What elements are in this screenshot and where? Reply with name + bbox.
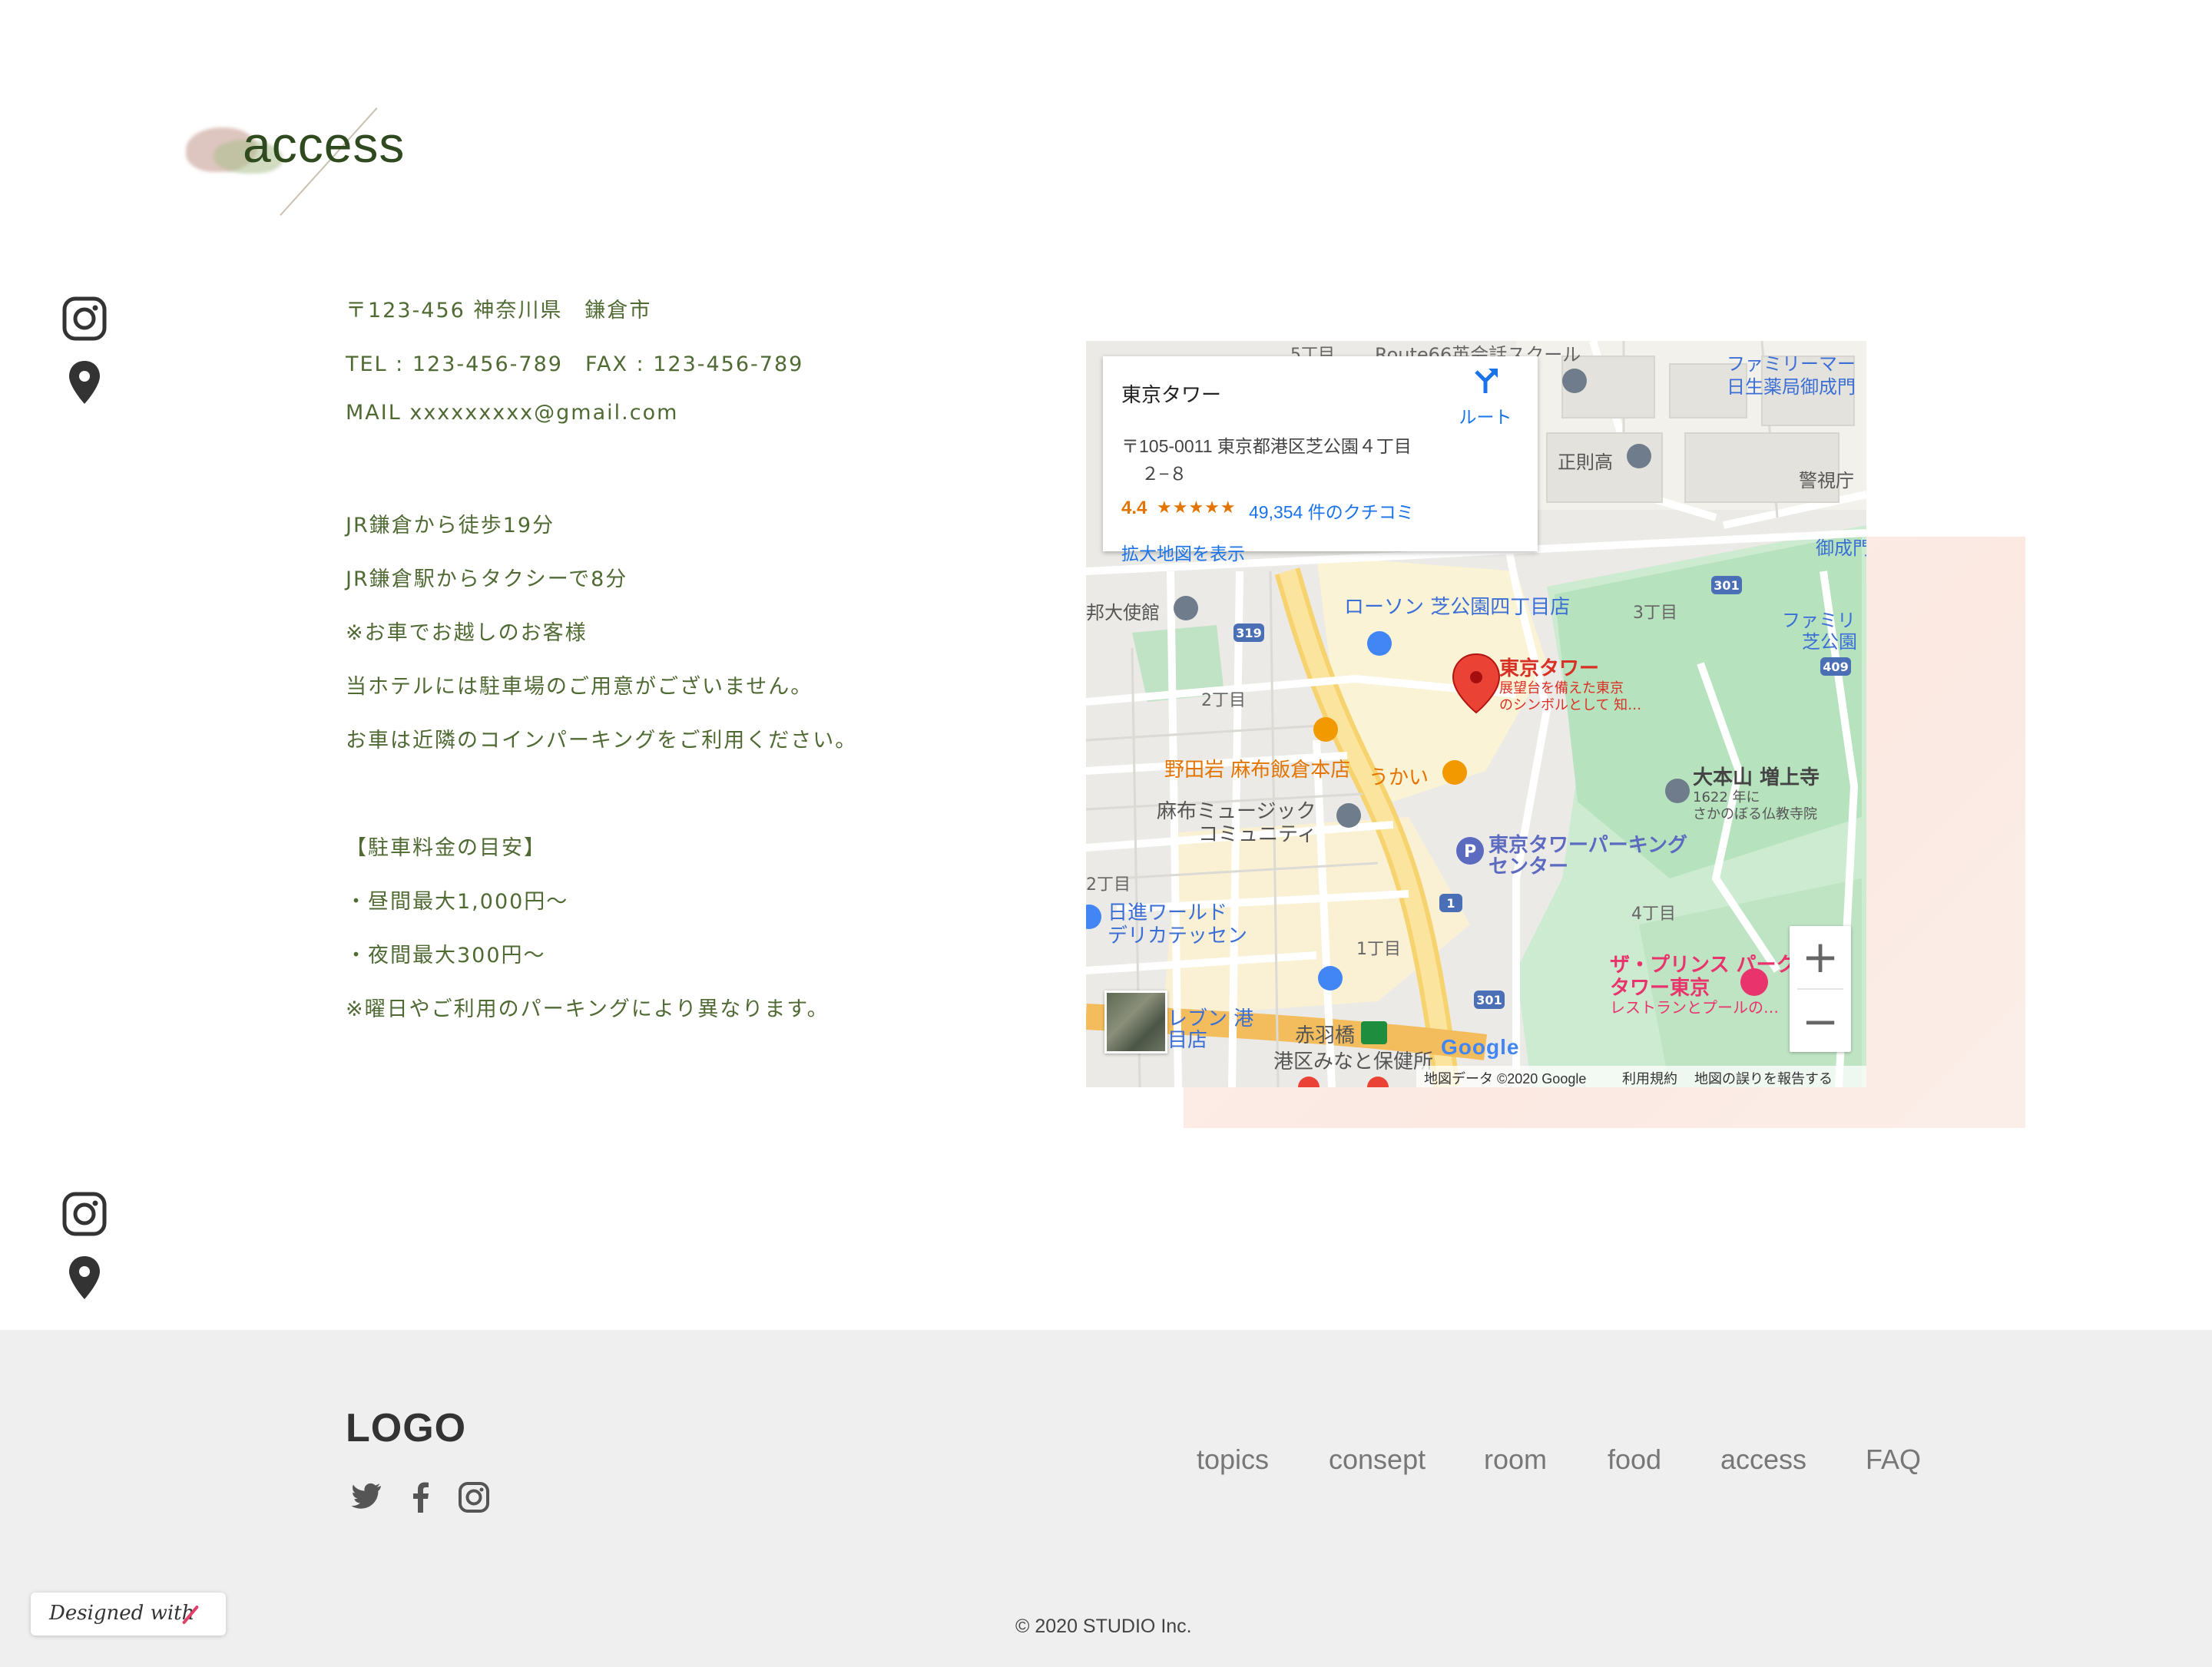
map-label: 警視庁 — [1799, 470, 1854, 491]
road-label: 301 — [1714, 578, 1739, 593]
map-data-credit: 地図データ ©2020 Google — [1424, 1071, 1587, 1087]
map-label: レストランとプールの… — [1610, 998, 1779, 1017]
map-label: 港区みなと保健所 — [1273, 1050, 1434, 1073]
place-address-2: ２−８ — [1141, 464, 1187, 484]
designed-with-label: Designed with — [49, 1602, 195, 1625]
copyright: © 2020 STUDIO Inc. — [1015, 1616, 1192, 1637]
map-label: デリカテッセン — [1108, 924, 1248, 948]
route-link[interactable]: ルート — [1455, 402, 1516, 428]
nav-food[interactable]: food — [1608, 1444, 1661, 1476]
zoom-in-button[interactable]: + — [1790, 926, 1851, 987]
reviews-link[interactable]: 49,354 件のクチコミ — [1249, 498, 1414, 524]
map-label: 3丁目 — [1633, 604, 1677, 623]
map-label: 4丁目 — [1631, 905, 1676, 924]
map-label: うかい — [1369, 766, 1429, 789]
address-line: 〒123-456 神奈川県 鎌倉市 — [346, 299, 652, 322]
svg-text:P: P — [1464, 842, 1476, 862]
instagram-icon[interactable] — [457, 1480, 491, 1514]
map-label: コミュニティ — [1198, 823, 1317, 846]
larger-map-link[interactable]: 拡大地図を表示 — [1121, 539, 1245, 565]
map-label: のシンボルとして 知… — [1499, 697, 1642, 713]
map-label: 2丁目 — [1086, 875, 1131, 895]
twitter-icon[interactable] — [350, 1480, 384, 1514]
map-label: センター — [1488, 855, 1569, 878]
page-title: access — [243, 116, 406, 173]
footer-logo[interactable]: LOGO — [346, 1405, 466, 1451]
route-icon[interactable] — [1470, 364, 1501, 395]
map-label: 目店 — [1167, 1029, 1208, 1052]
zoom-control: + − — [1790, 926, 1851, 1052]
phone-fax-line: TEL : 123-456-789 FAX : 123-456-789 — [346, 352, 804, 376]
satellite-toggle[interactable] — [1104, 991, 1167, 1053]
nav-access[interactable]: access — [1720, 1444, 1806, 1476]
fee-note-line: ※曜日やご利用のパーキングにより異なります。 — [346, 997, 830, 1021]
location-pin-icon[interactable] — [61, 359, 108, 405]
map-label: 邦大使館 — [1086, 602, 1160, 623]
google-map-embed[interactable]: 319 301 409 1 301 P 5丁目 Route66英会話スクール フ… — [1086, 341, 1866, 1087]
place-name: 東京タワー — [1121, 383, 1222, 406]
map-label: 正則高 — [1558, 451, 1613, 473]
coin-parking-line: お車は近隣のコインパーキングをご利用ください。 — [346, 729, 858, 752]
map-label: ローソン 芝公園四丁目店 — [1344, 596, 1571, 619]
place-rating: 4.4 — [1121, 498, 1147, 518]
nav-faq[interactable]: FAQ — [1866, 1444, 1921, 1476]
report-error-link[interactable]: 地図の誤りを報告する — [1694, 1068, 1833, 1087]
place-address: 〒105-0011 東京都港区芝公園４丁目 — [1121, 436, 1412, 456]
nav-consept[interactable]: consept — [1329, 1444, 1426, 1476]
access-walk-line: JR鎌倉から徒歩19分 — [346, 514, 555, 537]
map-label: 日生薬局御成門 — [1727, 376, 1856, 398]
road-label: 1 — [1446, 896, 1455, 911]
rating-stars: ★★★★★ — [1157, 498, 1237, 517]
parking-fee-heading: 【駐車料金の目安】 — [346, 836, 546, 860]
map-label: 野田岩 麻布飯倉本店 — [1164, 759, 1351, 782]
map-label: 1丁目 — [1356, 940, 1401, 959]
map-label: 赤羽橋 — [1295, 1024, 1356, 1047]
nav-topics[interactable]: topics — [1197, 1444, 1269, 1476]
parking-note-line: 当ホテルには駐車場のご用意がございません。 — [346, 675, 813, 699]
car-note-line: ※お車でお越しのお客様 — [346, 621, 588, 645]
map-footer: 地図データ ©2020 Google 利用規約 地図の誤りを報告する — [1416, 1066, 1866, 1087]
google-logo: Google — [1441, 1035, 1520, 1059]
road-label: 319 — [1236, 626, 1261, 640]
access-taxi-line: JR鎌倉駅からタクシーで8分 — [346, 567, 628, 591]
map-label: 御成門 — [1816, 537, 1866, 559]
fee-night-line: ・夜間最大300円〜 — [346, 944, 546, 967]
designed-with-badge[interactable]: Designed with — [31, 1593, 226, 1636]
map-label: 芝公園 — [1802, 631, 1857, 653]
nav-room[interactable]: room — [1484, 1444, 1547, 1476]
map-place-card: 東京タワー 〒105-0011 東京都港区芝公園４丁目 ２−８ 4.4 ★★★★… — [1103, 356, 1538, 564]
map-label: 2丁目 — [1201, 691, 1246, 710]
facebook-icon[interactable] — [404, 1480, 438, 1514]
section-heading: access — [183, 107, 490, 217]
map-label: さかのぼる仏教寺院 — [1693, 806, 1817, 822]
road-label: 409 — [1823, 660, 1848, 674]
zoom-out-button[interactable]: − — [1790, 991, 1851, 1052]
mail-line: MAIL xxxxxxxxx@gmail.com — [346, 401, 679, 425]
terms-link[interactable]: 利用規約 — [1622, 1068, 1677, 1087]
fee-day-line: ・昼間最大1,000円〜 — [346, 890, 569, 914]
road-label: 301 — [1476, 993, 1502, 1007]
zoom-divider — [1797, 988, 1843, 990]
instagram-icon[interactable] — [61, 296, 108, 342]
location-pin-icon[interactable] — [61, 1255, 108, 1301]
instagram-icon[interactable] — [61, 1191, 108, 1237]
